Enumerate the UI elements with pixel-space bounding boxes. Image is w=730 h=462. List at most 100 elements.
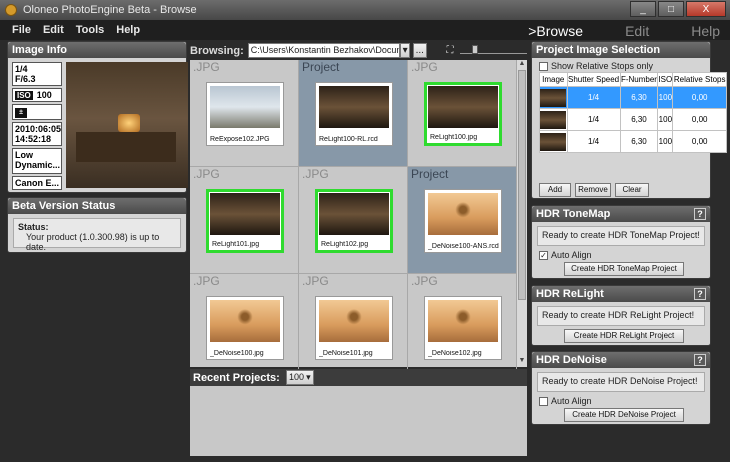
thumbnail[interactable]: _DeNoise102.jpg — [424, 296, 502, 360]
browse-path-field[interactable]: C:\Users\Konstantin Bezhakov\Documents\O… — [247, 43, 401, 58]
minimize-button[interactable]: _ — [630, 1, 656, 17]
thumbnail-filename: ReLight100.jpg — [430, 134, 478, 141]
browse-folder-button[interactable]: ... — [412, 43, 427, 58]
table-row[interactable]: 1/4 6,30 100 0,00 — [539, 86, 727, 109]
thumbnail-filename: ReExpose102.JPG — [210, 136, 270, 143]
tonemap-auto-align-row: ✓ Auto Align — [539, 250, 592, 260]
denoise-auto-align-label: Auto Align — [551, 396, 592, 406]
hdr-tonemap-panel: HDR ToneMap ? Ready to create HDR ToneMa… — [531, 205, 711, 279]
thumbnail-size-slider[interactable] — [459, 44, 527, 54]
menu-edit[interactable]: Edit — [43, 24, 64, 36]
exposure-compensation-icon: ± — [15, 108, 27, 118]
thumbnail-filename: ReLight100-RL.rcd — [319, 136, 378, 143]
menu-file[interactable]: File — [12, 24, 31, 36]
file-type-label: .JPG — [193, 167, 220, 181]
grid-cell[interactable]: .JPG _DeNoise100.jpg — [190, 274, 299, 381]
clear-button[interactable]: Clear — [615, 183, 649, 197]
window-controls: _ □ X — [630, 1, 726, 17]
thumbnail[interactable]: ReLight100.jpg — [424, 82, 502, 146]
thumbnail-image — [428, 193, 498, 235]
table-header-row: Image Shutter Speed F-Number ISO Relativ… — [539, 72, 727, 87]
grid-cell[interactable]: Project ReLight100-RL.rcd — [299, 60, 408, 167]
path-dropdown-button[interactable]: ▾ — [400, 43, 410, 58]
denoise-header: HDR DeNoise ? — [532, 352, 710, 368]
title-bar: Oloneo PhotoEngine Beta - Browse _ □ X — [0, 0, 730, 20]
thumbnail[interactable]: _DeNoise100.jpg — [206, 296, 284, 360]
slider-handle[interactable] — [471, 44, 478, 54]
denoise-auto-align-row: Auto Align — [539, 396, 592, 406]
app-logo-icon — [5, 4, 17, 16]
thumbnail-filename: ReLight102.jpg — [321, 241, 369, 248]
thumbnail[interactable]: _DeNoise101.jpg — [315, 296, 393, 360]
grid-cell[interactable]: .JPG _DeNoise101.jpg — [299, 274, 408, 381]
image-info-title: Image Info — [12, 44, 68, 56]
image-info-panel: Image Info 1/4 F/6.3 ISO 100 ± 2010:06:0… — [7, 41, 188, 193]
table-row[interactable]: 1/4 6,30 100 0,00 — [539, 130, 727, 153]
file-type-label: .JPG — [302, 167, 329, 181]
tonemap-status-box: Ready to create HDR ToneMap Project! — [537, 226, 705, 246]
thumbnail-image — [210, 300, 280, 342]
grid-cell[interactable]: .JPG ReExpose102.JPG — [190, 60, 299, 167]
row-iso: 100 — [657, 108, 674, 131]
thumbnail-filename: ReLight101.jpg — [212, 241, 260, 248]
exif-exposure-comp: ± — [12, 104, 62, 120]
mini-thumbnail — [540, 132, 567, 151]
add-button[interactable]: Add — [539, 183, 571, 197]
thumbnail[interactable]: ReLight101.jpg — [206, 189, 284, 253]
table-row[interactable]: 1/4 6,30 100 0,00 — [539, 108, 727, 131]
mode-switcher: >Browse Edit Help — [528, 20, 720, 42]
denoise-help-icon[interactable]: ? — [694, 354, 706, 366]
tonemap-help-icon[interactable]: ? — [694, 208, 706, 220]
scroll-down-icon[interactable]: ▼ — [517, 357, 527, 367]
thumbnail[interactable]: ReLight102.jpg — [315, 189, 393, 253]
image-preview — [66, 62, 188, 188]
show-relative-checkbox[interactable] — [539, 61, 548, 71]
mode-browse[interactable]: >Browse — [528, 23, 583, 39]
col-stops: Relative Stops — [672, 72, 727, 87]
tonemap-auto-align-checkbox[interactable]: ✓ — [539, 250, 548, 260]
file-type-label: .JPG — [302, 274, 329, 288]
show-relative-checkbox-row: Show Relative Stops only — [539, 61, 653, 71]
relight-help-icon[interactable]: ? — [694, 288, 706, 300]
thumbnail[interactable]: ReExpose102.JPG — [206, 82, 284, 146]
fnumber-value: F/6.3 — [15, 74, 36, 84]
grid-cell[interactable]: .JPG ReLight101.jpg — [190, 167, 299, 274]
camera-value: Canon E... — [15, 178, 60, 188]
browsing-label: Browsing: — [190, 44, 244, 57]
grid-cell[interactable]: .JPG ReLight102.jpg — [299, 167, 408, 274]
beta-status-title: Beta Version Status — [12, 200, 116, 212]
thumbnail-filename: _DeNoise100.jpg — [210, 350, 264, 357]
thumbnail[interactable]: ReLight100-RL.rcd — [315, 82, 393, 146]
thumbnail-image — [428, 86, 498, 128]
iso-value: 100 — [36, 90, 52, 100]
create-tonemap-button[interactable]: Create HDR ToneMap Project — [564, 262, 684, 276]
mode-help[interactable]: Help — [691, 23, 720, 39]
menu-help[interactable]: Help — [116, 24, 140, 36]
denoise-auto-align-checkbox[interactable] — [539, 396, 548, 406]
scroll-up-icon[interactable]: ▲ — [517, 60, 527, 70]
scroll-thumb[interactable] — [518, 70, 526, 300]
selection-header: Project Image Selection — [532, 42, 710, 58]
menu-tools[interactable]: Tools — [76, 24, 105, 36]
thumbnail-image — [210, 193, 280, 235]
hdr-denoise-panel: HDR DeNoise ? Ready to create HDR DeNois… — [531, 351, 711, 425]
grid-cell[interactable]: .JPG ReLight100.jpg — [408, 60, 517, 167]
create-relight-button[interactable]: Create HDR ReLight Project — [564, 329, 684, 343]
chevron-down-icon: ▾ — [306, 372, 311, 382]
grid-cell[interactable]: .JPG _DeNoise102.jpg — [408, 274, 517, 381]
grid-cell[interactable]: Project _DeNoise100-ANS.rcd — [408, 167, 517, 274]
row-shutter: 1/4 — [566, 108, 621, 131]
maximize-button[interactable]: □ — [658, 1, 684, 17]
mode-edit[interactable]: Edit — [625, 23, 649, 39]
row-iso: 100 — [657, 86, 674, 109]
remove-button[interactable]: Remove — [575, 183, 611, 197]
grid-scrollbar[interactable]: ▲ ▼ — [517, 60, 527, 367]
recent-count-select[interactable]: 100 ▾ — [285, 370, 314, 385]
row-stops: 0,00 — [672, 130, 727, 153]
tonemap-auto-align-label: Auto Align — [551, 250, 592, 260]
thumbnail[interactable]: _DeNoise100-ANS.rcd — [424, 189, 502, 253]
beta-status-header: Beta Version Status — [8, 198, 186, 214]
create-denoise-button[interactable]: Create HDR DeNoise Project — [564, 408, 684, 422]
preview-furniture — [76, 132, 176, 162]
close-button[interactable]: X — [686, 1, 726, 17]
